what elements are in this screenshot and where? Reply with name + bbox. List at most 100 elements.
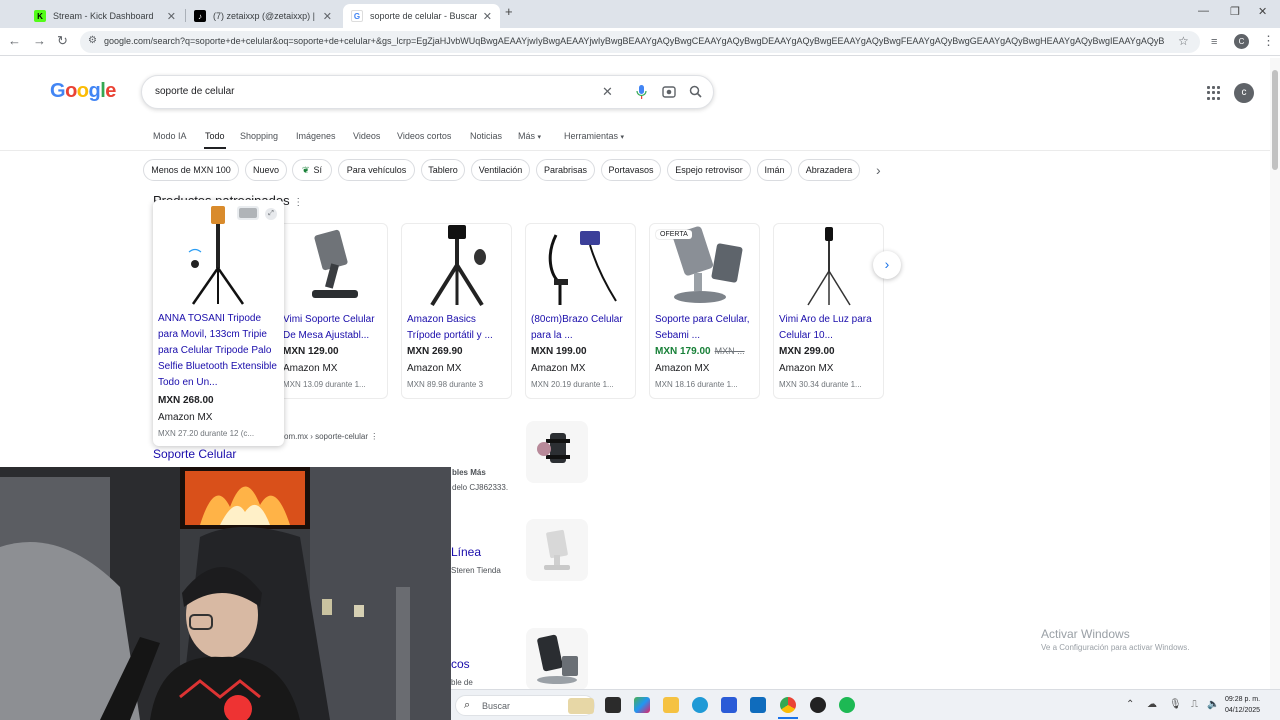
store-icon[interactable]: [721, 697, 737, 713]
google-icon: G: [351, 10, 363, 22]
task-view-icon[interactable]: [605, 697, 621, 713]
clear-icon[interactable]: ✕: [602, 85, 613, 99]
address-bar[interactable]: ⚙ google.com/search?q=soporte+de+celular…: [80, 31, 1200, 53]
product-card-sebami[interactable]: OFERTA Soporte para Celular, Sebami ... …: [649, 223, 760, 399]
page-scrollbar[interactable]: [1270, 58, 1280, 689]
kick-icon: K: [34, 10, 46, 22]
search-box[interactable]: soporte de celular ✕: [141, 75, 714, 109]
obs-icon[interactable]: [810, 697, 826, 713]
tab-imagenes[interactable]: Imágenes: [296, 131, 336, 141]
file-explorer-icon[interactable]: [663, 697, 679, 713]
chip-abrazadera[interactable]: Abrazadera: [798, 159, 860, 181]
maximize-icon[interactable]: ❐: [1230, 5, 1240, 18]
tab-modo-ia[interactable]: Modo IA: [153, 131, 187, 141]
chip-para-vehiculos[interactable]: Para vehículos: [338, 159, 415, 181]
new-tab-button[interactable]: +: [505, 4, 513, 19]
lens-icon[interactable]: [662, 85, 676, 102]
close-icon[interactable]: ✕: [483, 10, 492, 23]
back-icon[interactable]: ←: [8, 34, 21, 48]
tab-search-icon[interactable]: ≡: [1211, 35, 1217, 49]
chip-tablero[interactable]: Tablero: [421, 159, 465, 181]
product-title[interactable]: Vimi Aro de Luz para Celular 10...: [779, 312, 879, 344]
tab-title: (7) zetaixxp (@zetaixxp) | Tik: [213, 11, 317, 21]
account-avatar[interactable]: c: [1234, 83, 1254, 103]
site-info-icon[interactable]: ⚙: [88, 35, 97, 46]
google-logo[interactable]: Google: [50, 80, 116, 103]
product-price: MXN 179.00 MXN ...: [655, 346, 745, 357]
google-apps-icon[interactable]: [1207, 86, 1221, 100]
product-title[interactable]: Amazon Basics Trípode portátil y ...: [407, 312, 507, 344]
tab-shopping[interactable]: Shopping: [240, 131, 278, 141]
edge-icon[interactable]: [692, 697, 708, 713]
product-title[interactable]: (80cm)Brazo Celular para la ...: [531, 312, 631, 344]
microphone-icon[interactable]: [636, 85, 647, 102]
product-price: MXN 268.00: [158, 395, 214, 406]
result-title-cos[interactable]: cos: [451, 657, 470, 671]
white-stand-thumbnail[interactable]: [526, 519, 588, 581]
product-card-anna-tosani-expanded[interactable]: ⤢ ANNA TOSANI Tripode para Movil, 133cm …: [153, 200, 284, 446]
product-card-vimi-aro[interactable]: Vimi Aro de Luz para Celular 10... MXN 2…: [773, 223, 884, 399]
product-card-amazon-basics[interactable]: Amazon Basics Trípode portátil y ... MXN…: [401, 223, 512, 399]
tab-tiktok[interactable]: ♪ (7) zetaixxp (@zetaixxp) | Tik ✕: [186, 4, 340, 28]
chips-next-icon[interactable]: ›: [876, 162, 881, 178]
volume-icon[interactable]: 🔈: [1207, 699, 1219, 710]
search-input[interactable]: soporte de celular: [155, 86, 235, 97]
tab-videos-cortos[interactable]: Videos cortos: [397, 131, 451, 141]
minimize-icon[interactable]: —: [1198, 5, 1209, 17]
tab-herramientas[interactable]: Herramientas ▾: [564, 131, 624, 141]
tab-title: Stream - Kick Dashboard: [53, 11, 154, 21]
tab-noticias[interactable]: Noticias: [470, 131, 502, 141]
spotify-icon[interactable]: [839, 697, 855, 713]
more-options-icon[interactable]: ⋮: [370, 432, 378, 441]
menu-dots-icon[interactable]: ⋮: [1262, 34, 1275, 48]
reload-icon[interactable]: ↻: [57, 34, 68, 48]
network-icon[interactable]: ⎍: [1191, 699, 1198, 710]
close-window-icon[interactable]: ✕: [1258, 5, 1267, 18]
result-title-soporte-celular[interactable]: Soporte Celular: [153, 447, 236, 461]
chip-nuevo[interactable]: Nuevo: [245, 159, 287, 181]
result-title-linea[interactable]: Línea: [451, 545, 481, 559]
chip-espejo-retrovisor[interactable]: Espejo retrovisor: [667, 159, 751, 181]
more-options-icon[interactable]: ⋮: [293, 197, 303, 208]
bike-mount-thumbnail[interactable]: [526, 421, 588, 483]
cloud-icon[interactable]: ☁: [1147, 699, 1157, 710]
product-title[interactable]: Soporte para Celular, Sebami ...: [655, 312, 755, 344]
forward-icon[interactable]: →: [33, 34, 46, 48]
tab-todo[interactable]: Todo: [205, 131, 225, 141]
chip-iman[interactable]: Imán: [757, 159, 792, 181]
system-clock[interactable]: 09:28 p. m. 04/12/2025: [1225, 694, 1260, 716]
close-icon[interactable]: ✕: [167, 10, 176, 23]
product-price: MXN 269.90: [407, 346, 463, 357]
tab-videos[interactable]: Videos: [353, 131, 380, 141]
active-app-indicator: [778, 717, 798, 719]
chip-ventilacion[interactable]: Ventilación: [471, 159, 530, 181]
chrome-icon[interactable]: [780, 697, 796, 713]
tab-mas[interactable]: Más ▾: [518, 131, 541, 141]
chip-portavasos[interactable]: Portavasos: [601, 159, 661, 181]
products-next-arrow-icon[interactable]: ›: [873, 251, 901, 279]
tab-google-search[interactable]: G soporte de celular - Buscar con ✕: [343, 4, 500, 28]
mic-tray-icon[interactable]: 🎙: [1169, 699, 1182, 710]
tablet-stand-thumbnail[interactable]: [526, 628, 588, 690]
scrollbar-thumb[interactable]: [1272, 70, 1278, 170]
search-icon[interactable]: [689, 85, 702, 101]
tab-kick[interactable]: K Stream - Kick Dashboard ✕: [26, 4, 184, 28]
share-icon[interactable]: ⤢: [265, 208, 277, 220]
tab-title: soporte de celular - Buscar con: [370, 11, 477, 21]
bookmark-star-icon[interactable]: ☆: [1178, 34, 1189, 48]
chip-menos-de-100[interactable]: Menos de MXN 100: [143, 159, 239, 181]
taskbar-search[interactable]: ⌕ Buscar: [455, 695, 595, 716]
chip-si[interactable]: ❦ Sí: [292, 159, 332, 181]
product-title[interactable]: ANNA TOSANI Tripode para Movil, 133cm Tr…: [158, 311, 278, 391]
outlook-icon[interactable]: [750, 697, 766, 713]
chip-parabrisas[interactable]: Parabrisas: [536, 159, 595, 181]
product-card-brazo[interactable]: (80cm)Brazo Celular para la ... MXN 199.…: [525, 223, 636, 399]
product-card-vimi-mesa[interactable]: Vimi Soporte Celular De Mesa Ajustabl...…: [277, 223, 388, 399]
search-highlight-icon: [568, 698, 594, 714]
result-snippet: ble de: [451, 678, 473, 687]
product-title[interactable]: Vimi Soporte Celular De Mesa Ajustabl...: [283, 312, 383, 344]
copilot-icon[interactable]: [634, 697, 650, 713]
tray-overflow-icon[interactable]: ⌃: [1126, 699, 1134, 710]
profile-avatar[interactable]: C: [1234, 34, 1249, 49]
close-icon[interactable]: ✕: [323, 10, 332, 23]
